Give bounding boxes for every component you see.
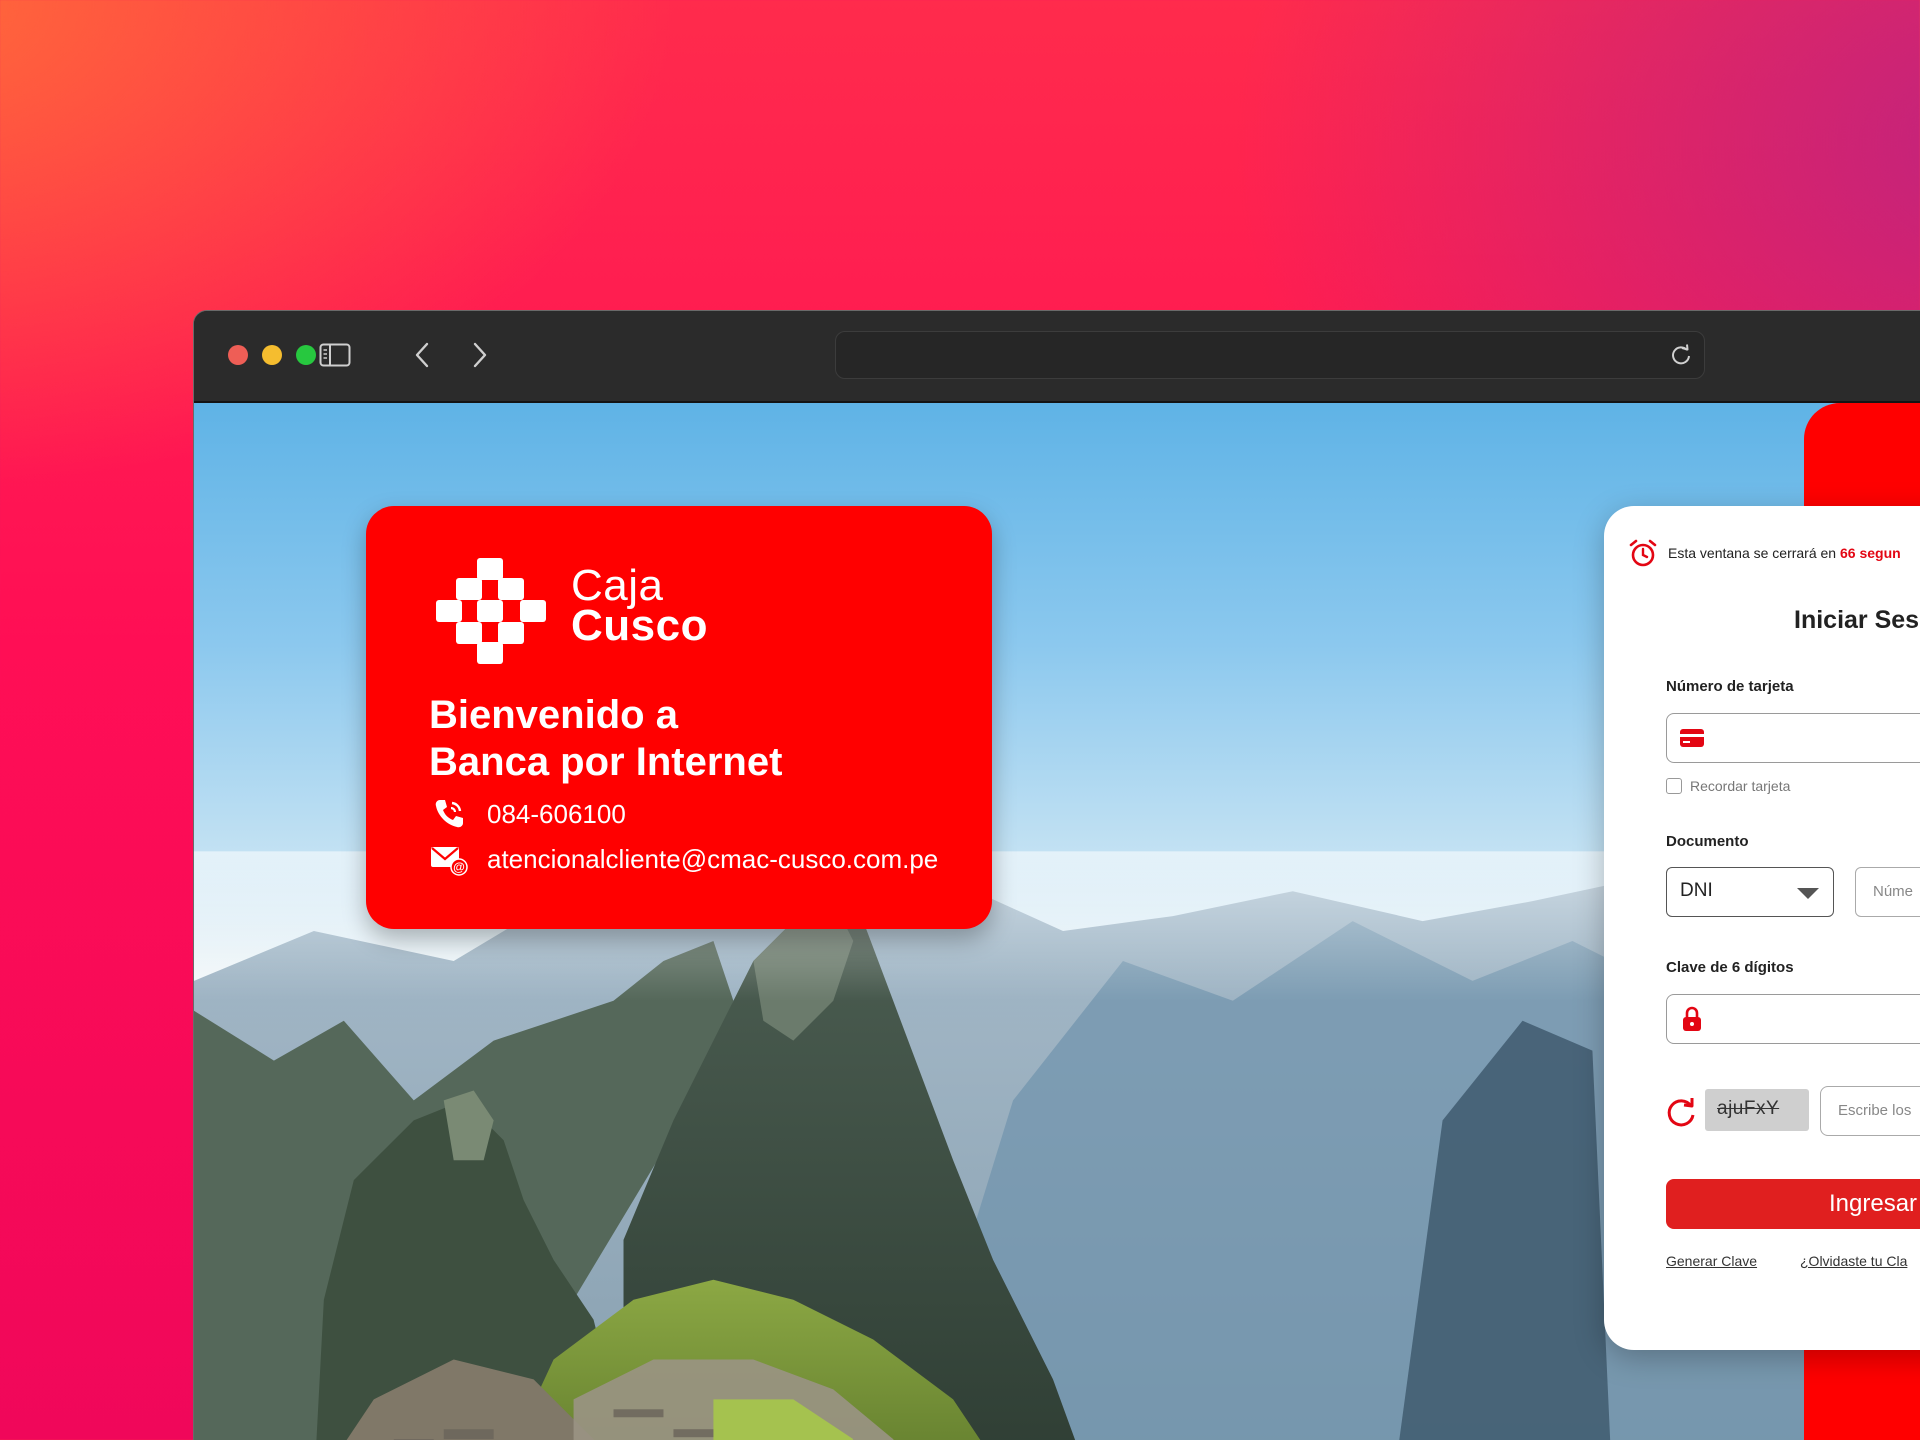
brand-name: Caja Cusco [571, 561, 708, 651]
remember-card-checkbox[interactable]: Recordar tarjeta [1666, 778, 1790, 794]
page-content: Caja Cusco Bienvenido a Banca por Intern… [194, 403, 1920, 1440]
chevron-right-icon[interactable] [470, 339, 490, 371]
sidebar-toggle-icon[interactable] [318, 339, 352, 371]
welcome-title-line-1: Bienvenido a [429, 693, 678, 737]
email-address[interactable]: atencionalcliente@cmac-cusco.com.pe [487, 844, 938, 875]
lock-icon [1683, 1006, 1701, 1031]
phone-icon [429, 796, 469, 832]
refresh-captcha-icon[interactable] [1664, 1096, 1698, 1130]
credit-card-icon [1680, 729, 1704, 747]
password-input[interactable] [1666, 994, 1920, 1044]
generate-password-link[interactable]: Generar Clave [1666, 1253, 1757, 1269]
brand-line-1: Caja [571, 561, 664, 610]
document-type-value: DNI [1680, 880, 1713, 901]
card-number-input[interactable] [1666, 713, 1920, 763]
forgot-password-link[interactable]: ¿Olvidaste tu Cla [1800, 1253, 1907, 1269]
email-contact: @ atencionalcliente@cmac-cusco.com.pe [429, 841, 938, 877]
checkbox-box[interactable] [1666, 778, 1682, 794]
captcha-input[interactable]: Escribe los [1820, 1086, 1920, 1136]
login-title: Iniciar Ses [1794, 606, 1920, 634]
alarm-clock-icon [1629, 539, 1657, 567]
captcha-placeholder: Escribe los [1838, 1102, 1912, 1119]
document-number-input[interactable]: Núme [1855, 867, 1920, 917]
phone-contact: 084-606100 [429, 796, 626, 832]
timer-text: Esta ventana se cerrará en [1668, 545, 1837, 561]
caja-cusco-logo-icon [436, 558, 546, 664]
chevron-left-icon[interactable] [412, 339, 432, 371]
address-bar[interactable] [835, 331, 1705, 379]
card-number-label: Número de tarjeta [1666, 678, 1794, 695]
document-label: Documento [1666, 833, 1749, 850]
minimize-window-button[interactable] [262, 345, 282, 365]
email-icon: @ [429, 841, 469, 877]
captcha-image: ajuFxY [1705, 1089, 1809, 1131]
document-number-placeholder: Núme [1873, 883, 1914, 900]
password-label: Clave de 6 dígitos [1666, 959, 1794, 976]
session-timer: Esta ventana se cerrará en 66 segun [1628, 538, 1901, 568]
document-type-select[interactable]: DNI [1666, 867, 1834, 917]
maximize-window-button[interactable] [296, 345, 316, 365]
timer-seconds: 66 segun [1840, 545, 1901, 561]
welcome-title: Bienvenido a Banca por Internet [429, 692, 969, 786]
browser-titlebar [194, 311, 1920, 403]
welcome-title-line-2: Banca por Internet [429, 740, 783, 784]
close-window-button[interactable] [228, 345, 248, 365]
login-panel: Esta ventana se cerrará en 66 segun Inic… [1604, 506, 1920, 1350]
submit-button[interactable]: Ingresar [1666, 1179, 1920, 1229]
welcome-card: Caja Cusco Bienvenido a Banca por Intern… [366, 506, 992, 929]
brand-line-2: Cusco [571, 601, 708, 651]
browser-window: Caja Cusco Bienvenido a Banca por Intern… [193, 310, 1920, 1440]
svg-text:@: @ [453, 860, 465, 874]
remember-card-label: Recordar tarjeta [1690, 778, 1791, 794]
phone-number[interactable]: 084-606100 [487, 799, 626, 830]
reload-icon[interactable] [1668, 342, 1694, 368]
dropdown-arrow-icon [1797, 888, 1819, 899]
